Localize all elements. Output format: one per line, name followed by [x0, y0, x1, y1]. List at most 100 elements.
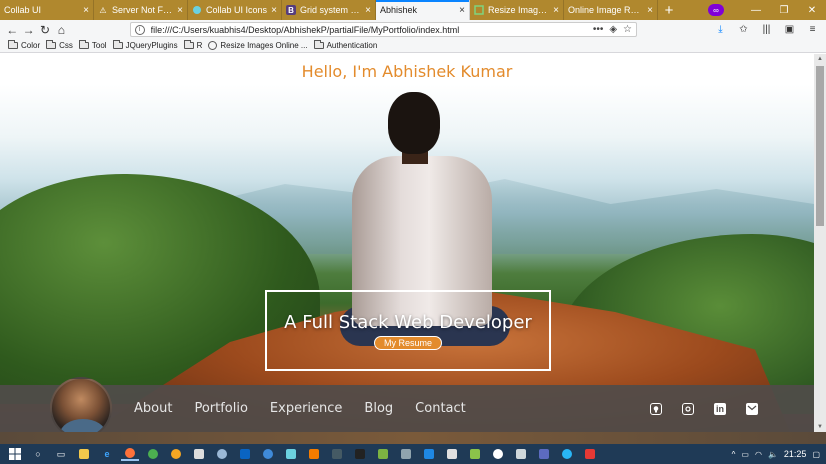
app-icon[interactable]	[443, 447, 461, 461]
email-icon[interactable]	[746, 402, 758, 415]
task-view-icon[interactable]: ▭	[52, 447, 70, 461]
library-icon[interactable]: |||	[757, 21, 776, 38]
bookmark-resize-images[interactable]: Resize Images Online ...	[208, 41, 308, 50]
hero-title: Hello, I'm Abhishek Kumar	[301, 62, 513, 81]
windows-start-icon[interactable]	[6, 447, 24, 461]
close-icon[interactable]: ×	[177, 5, 183, 16]
pocket-icon[interactable]: ◈	[609, 24, 617, 35]
app-icon[interactable]	[374, 447, 392, 461]
home-icon[interactable]: ⌂	[53, 21, 69, 38]
close-icon[interactable]: ×	[647, 5, 653, 16]
tab-collab-ui[interactable]: Collab UI ×	[0, 0, 94, 20]
vscode-icon[interactable]	[420, 447, 438, 461]
url-text[interactable]: file:///C:/Users/kuabhis4/Desktop/Abhish…	[151, 25, 593, 35]
app-icon[interactable]	[305, 447, 323, 461]
restore-icon[interactable]: ❐	[770, 0, 798, 20]
nav-link-experience[interactable]: Experience	[270, 401, 343, 416]
window-controls: ∞ — ❐ ✕	[708, 0, 826, 20]
avatar	[50, 377, 112, 432]
bookmark-css[interactable]: Css	[46, 40, 73, 50]
chrome-icon[interactable]	[144, 447, 162, 461]
app-icon[interactable]	[282, 447, 300, 461]
download-icon[interactable]: ⤓	[711, 21, 730, 38]
bookmark-star-icon[interactable]: ☆	[623, 24, 632, 35]
more-actions-icon[interactable]: •••	[593, 24, 604, 35]
wifi-icon[interactable]: ◠	[755, 450, 762, 459]
file-explorer-icon[interactable]	[75, 447, 93, 461]
outlook-icon[interactable]	[236, 447, 254, 461]
private-browsing-icon: ∞	[708, 4, 724, 16]
vertical-scrollbar[interactable]: ▲ ▼	[814, 54, 826, 432]
folder-icon	[313, 40, 324, 49]
app-icon[interactable]	[489, 447, 507, 461]
app-icon[interactable]	[328, 447, 346, 461]
bookmark-tool[interactable]: Tool	[78, 40, 107, 50]
close-icon[interactable]: ×	[365, 5, 371, 16]
app-icon[interactable]	[213, 447, 231, 461]
close-window-icon[interactable]: ✕	[798, 0, 826, 20]
chevron-up-icon[interactable]: ^	[732, 450, 736, 459]
acrobat-icon[interactable]	[581, 447, 599, 461]
close-icon[interactable]: ×	[459, 5, 465, 16]
new-tab-button[interactable]: +	[658, 0, 680, 20]
nav-link-blog[interactable]: Blog	[364, 401, 393, 416]
tab-abhishek[interactable]: Abhishek ×	[376, 0, 470, 20]
page-bottom-strip	[0, 432, 826, 444]
instagram-icon[interactable]	[682, 402, 694, 415]
scroll-thumb[interactable]	[816, 66, 824, 226]
nav-link-contact[interactable]: Contact	[415, 401, 466, 416]
bookmark-r[interactable]: R	[183, 40, 202, 50]
battery-icon[interactable]: ▭	[741, 450, 749, 459]
info-icon[interactable]: i	[134, 24, 145, 35]
sidebar-icon[interactable]: ▣	[780, 21, 799, 38]
folder-icon	[78, 40, 89, 49]
url-bar[interactable]: i file:///C:/Users/kuabhis4/Desktop/Abhi…	[129, 22, 637, 37]
minimize-icon[interactable]: —	[742, 0, 770, 20]
close-icon[interactable]: ×	[271, 5, 277, 16]
app-icon[interactable]	[466, 447, 484, 461]
bookmark-label: Authentication	[326, 41, 378, 50]
nav-link-about[interactable]: About	[134, 401, 172, 416]
app-icon[interactable]	[558, 447, 576, 461]
edge-icon[interactable]: e	[98, 447, 116, 461]
menu-icon[interactable]: ≡	[803, 21, 822, 38]
tab-online-image-resize[interactable]: Online Image Resize ×	[564, 0, 658, 20]
bookmark-authentication[interactable]: Authentication	[313, 40, 378, 50]
nav-link-portfolio[interactable]: Portfolio	[194, 401, 247, 416]
scroll-up-icon[interactable]: ▲	[814, 54, 826, 64]
close-icon[interactable]: ×	[553, 5, 559, 16]
app-icon[interactable]	[535, 447, 553, 461]
tab-grid-system[interactable]: B Grid system · Bo ×	[282, 0, 376, 20]
app-icon[interactable]	[397, 447, 415, 461]
volume-icon[interactable]: 🔈	[768, 450, 778, 459]
close-icon[interactable]: ×	[83, 5, 89, 16]
mail-icon[interactable]	[190, 447, 208, 461]
url-actions: ••• ◈ ☆	[593, 24, 632, 35]
bookmark-jqueryplugins[interactable]: JQueryPlugins	[112, 40, 178, 50]
scroll-down-icon[interactable]: ▼	[814, 422, 826, 432]
app-icon[interactable]	[167, 447, 185, 461]
bookmark-color[interactable]: Color	[8, 40, 40, 50]
nav-links: About Portfolio Experience Blog Contact	[134, 385, 466, 432]
notifications-icon[interactable]: ▢	[812, 450, 820, 459]
bootstrap-icon: B	[286, 5, 296, 15]
tab-resize-images[interactable]: Resize Images O ×	[470, 0, 564, 20]
clock[interactable]: 21:25	[784, 449, 807, 459]
back-icon[interactable]: ←	[4, 21, 20, 38]
tab-server-not-found[interactable]: ⚠ Server Not Found ×	[94, 0, 188, 20]
app-icon[interactable]	[512, 447, 530, 461]
folder-icon	[183, 40, 194, 49]
github-icon[interactable]	[650, 402, 662, 415]
tab-collab-ui-icons[interactable]: Collab UI Icons ×	[188, 0, 282, 20]
bookmarks-icon[interactable]: ✩	[734, 21, 753, 38]
reload-icon[interactable]: ↻	[37, 21, 53, 38]
resume-button[interactable]: My Resume	[373, 335, 442, 350]
folder-icon	[112, 40, 123, 49]
folder-icon	[46, 40, 57, 49]
firefox-icon[interactable]	[121, 447, 139, 461]
linkedin-icon[interactable]: in	[714, 402, 726, 415]
app-icon[interactable]	[259, 447, 277, 461]
forward-icon[interactable]: →	[20, 21, 36, 38]
terminal-icon[interactable]	[351, 447, 369, 461]
search-icon[interactable]: ○	[29, 447, 47, 461]
